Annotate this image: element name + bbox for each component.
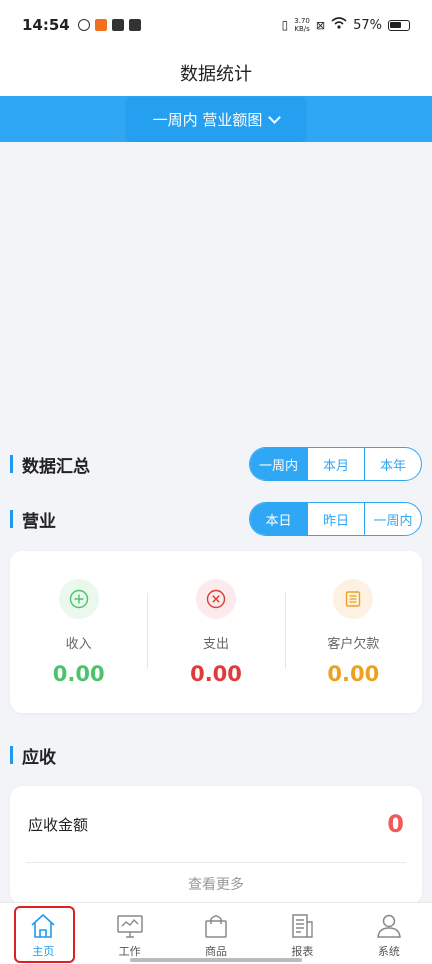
tab-goods[interactable]: 商品 [173, 903, 259, 964]
tab-system-label: 系统 [377, 945, 400, 958]
battery-percent: 57% [353, 17, 382, 33]
stat-expense-label: 支出 [202, 637, 229, 652]
view-more-link[interactable]: 查看更多 [10, 863, 422, 905]
receivable-title: 应收 [22, 747, 56, 768]
tab-work[interactable]: 工作 [86, 903, 172, 964]
vibrate-icon: ▯ [281, 18, 289, 32]
receivable-card: 应收金额 0 查看更多 [10, 786, 422, 904]
status-right: ▯ 3.70 KB/s ⊠ 57% [282, 17, 410, 33]
tab-reports-label: 报表 [291, 945, 314, 958]
document-icon [333, 579, 374, 619]
notification-icons [77, 19, 141, 31]
receivable-value: 0 [387, 810, 404, 838]
summary-section-header: 数据汇总 一周内 本月 本年 [10, 447, 422, 481]
stat-income[interactable]: 收入 0.00 [10, 551, 147, 686]
sim-icon: ⊠ [315, 18, 326, 32]
summary-period-toggle: 一周内 本月 本年 [249, 447, 422, 481]
stat-expense[interactable]: 支出 0.00 [147, 551, 284, 686]
period-dropdown-label: 一周内 营业额图 [152, 110, 263, 129]
page-title: 数据统计 [180, 64, 252, 85]
bag-icon [205, 915, 227, 938]
section-marker [10, 455, 13, 473]
home-indicator [130, 958, 302, 962]
net-speed: 3.70 KB/s [294, 17, 310, 33]
monitor-icon [116, 915, 143, 938]
business-option-yesterday[interactable]: 昨日 [307, 503, 364, 535]
wifi-icon [331, 17, 347, 33]
stat-expense-value: 0.00 [190, 662, 242, 686]
stat-income-label: 收入 [65, 637, 92, 652]
business-section-header: 营业 本日 昨日 一周内 [10, 502, 422, 536]
stat-customer-debt-value: 0.00 [327, 662, 380, 686]
business-title: 营业 [22, 511, 56, 532]
summary-option-week[interactable]: 一周内 [250, 448, 307, 480]
app-notification-icon [94, 19, 107, 31]
tab-goods-label: 商品 [205, 945, 228, 958]
section-marker [10, 746, 13, 764]
receivable-row[interactable]: 应收金额 0 [10, 786, 422, 862]
business-period-toggle: 本日 昨日 一周内 [249, 502, 422, 536]
user-icon [376, 914, 401, 938]
stat-income-value: 0.00 [52, 662, 105, 686]
chart-area [0, 142, 432, 432]
stat-customer-debt-label: 客户欠款 [327, 637, 380, 652]
stat-customer-debt[interactable]: 客户欠款 0.00 [284, 551, 422, 686]
period-band: 一周内 营业额图 [0, 96, 432, 142]
net-speed-unit: KB/s [294, 25, 310, 33]
app-notification-icon [111, 19, 124, 31]
tab-work-label: 工作 [118, 945, 141, 958]
status-time: 14:54 [22, 16, 70, 34]
tab-home-label: 主页 [32, 945, 55, 958]
status-bar: 14:54 ▯ 3.70 KB/s ⊠ 57% [0, 0, 432, 50]
summary-option-month[interactable]: 本月 [307, 448, 364, 480]
net-speed-value: 3.70 [294, 17, 310, 25]
bottom-tab-bar: 主页 工作 商品 报表 系统 [0, 902, 432, 964]
plus-circle-icon [58, 579, 99, 619]
business-option-today[interactable]: 本日 [250, 503, 307, 535]
business-stats-card: 收入 0.00 支出 0.00 客户欠款 0.00 [10, 551, 422, 713]
report-icon [292, 914, 314, 938]
period-dropdown[interactable]: 一周内 营业额图 [127, 97, 305, 141]
tab-system[interactable]: 系统 [346, 903, 432, 964]
battery-icon [388, 19, 410, 31]
mail-icon [128, 19, 141, 31]
app-notification-icon [77, 19, 90, 31]
receivable-section-header: 应收 [10, 738, 422, 772]
summary-title: 数据汇总 [22, 456, 90, 477]
chevron-down-icon [268, 110, 282, 124]
receivable-label: 应收金额 [28, 815, 89, 834]
section-marker [10, 510, 13, 528]
home-icon [31, 913, 55, 938]
tab-reports[interactable]: 报表 [259, 903, 345, 964]
summary-option-year[interactable]: 本年 [364, 448, 421, 480]
tab-home[interactable]: 主页 [0, 903, 86, 964]
business-option-week[interactable]: 一周内 [364, 503, 421, 535]
page-title-bar: 数据统计 [0, 50, 432, 96]
close-circle-icon [195, 579, 236, 619]
